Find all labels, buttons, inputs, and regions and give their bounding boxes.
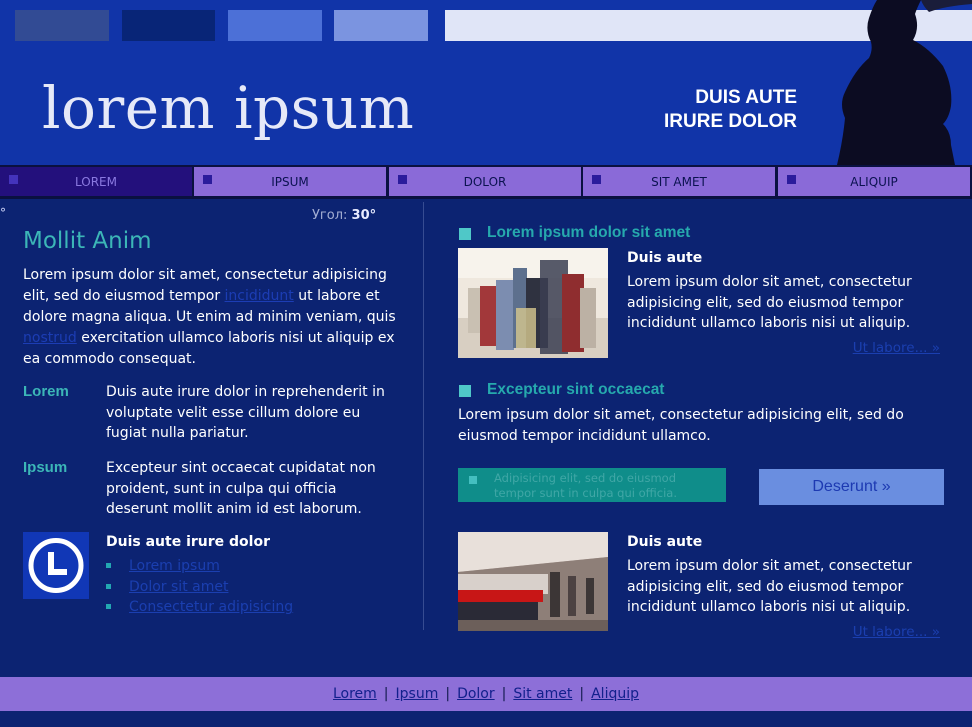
angle-readout: Угол: 30°	[312, 208, 376, 223]
footer-link-lorem[interactable]: Lorem	[333, 686, 377, 702]
term-lorem: Lorem	[23, 383, 69, 400]
header: lorem ipsum DUIS AUTE IRURE DOLOR	[0, 0, 972, 165]
definition-lorem: Duis aute irure dolor in reprehenderit i…	[106, 384, 385, 441]
section-title-1: Lorem ipsum dolor sit amet	[487, 224, 691, 241]
nav-label: ALIQUIP	[850, 174, 898, 189]
nav-item-aliquip[interactable]: ALIQUIP	[778, 167, 970, 196]
clock-icon	[23, 532, 89, 599]
nav-item-lorem[interactable]: LOREM	[0, 167, 192, 196]
definition-ipsum: Excepteur sint occaecat cupidatat non pr…	[106, 460, 376, 517]
footer-link-dolor[interactable]: Dolor	[457, 686, 495, 702]
card2-more-link[interactable]: Ut labore... »	[853, 624, 940, 640]
nav-bullet-icon	[9, 175, 18, 184]
nav-item-dolor[interactable]: DOLOR	[389, 167, 581, 196]
links-title: Duis aute irure dolor	[106, 534, 270, 550]
color-swatch-4	[334, 10, 428, 41]
nav-bullet-icon	[592, 175, 601, 184]
nav-bullet-icon	[787, 175, 796, 184]
color-swatch-1	[15, 10, 109, 41]
footer-link-sit-amet[interactable]: Sit amet	[513, 686, 572, 702]
tagline-line-1: DUIS AUTE	[695, 87, 797, 108]
intro-paragraph: Lorem ipsum dolor sit amet, consectetur …	[23, 265, 408, 370]
train-photo[interactable]	[458, 532, 608, 631]
link-consectetur[interactable]: Consectetur adipisicing	[129, 599, 293, 615]
site-logo[interactable]: lorem ipsum	[42, 74, 414, 142]
card1-text: Lorem ipsum dolor sit amet, consectetur …	[627, 274, 912, 331]
nav-label: SIT AMET	[651, 174, 707, 189]
footer-link-ipsum[interactable]: Ipsum	[396, 686, 439, 702]
angle-value: 30°	[351, 208, 377, 223]
section2-text: Lorem ipsum dolor sit amet, consectetur …	[458, 407, 904, 444]
link-lorem-ipsum[interactable]: Lorem ipsum	[129, 558, 220, 574]
nav-bullet-icon	[203, 175, 212, 184]
nav-item-sit-amet[interactable]: SIT AMET	[583, 167, 775, 196]
list-item: Dolor sit amet	[106, 577, 293, 598]
term-ipsum: Ipsum	[23, 459, 68, 476]
intro-text-3: exercitation ullamco laboris nisi ut ali…	[23, 330, 395, 367]
card2-text: Lorem ipsum dolor sit amet, consectetur …	[627, 558, 912, 615]
color-swatch-3	[228, 10, 322, 41]
main-nav: LOREM IPSUM DOLOR SIT AMET ALIQUIP	[0, 165, 972, 199]
silhouette-image	[837, 0, 972, 165]
link-list: Lorem ipsum Dolor sit amet Consectetur a…	[106, 556, 293, 618]
nav-item-ipsum[interactable]: IPSUM	[194, 167, 386, 196]
footer-separator: |	[445, 686, 451, 702]
footer-nav: Lorem | Ipsum | Dolor | Sit amet | Aliqu…	[0, 677, 972, 711]
list-item: Lorem ipsum	[106, 556, 293, 577]
color-swatch-2	[122, 10, 215, 41]
card1-more-link[interactable]: Ut labore... »	[853, 340, 940, 356]
nav-bullet-icon	[398, 175, 407, 184]
degree-mark: °	[0, 206, 6, 220]
nav-label: DOLOR	[463, 174, 507, 189]
link-dolor-sit-amet[interactable]: Dolor sit amet	[129, 579, 228, 595]
intro-link-1[interactable]: incididunt	[225, 288, 294, 304]
note-text: Adipisicing elit, sed do eiusmod tempor …	[494, 471, 678, 500]
bottom-strip	[0, 711, 972, 727]
nav-label: LOREM	[75, 174, 117, 189]
crowd-photo[interactable]	[458, 248, 608, 358]
footer-separator: |	[579, 686, 585, 702]
section-title-2: Excepteur sint occaecat	[487, 381, 665, 398]
footer-link-aliquip[interactable]: Aliquip	[591, 686, 639, 702]
deserunt-button[interactable]: Deserunt »	[759, 469, 944, 505]
tagline-line-2: IRURE DOLOR	[664, 111, 797, 132]
footer-separator: |	[501, 686, 507, 702]
nav-label: IPSUM	[271, 174, 309, 189]
card1-heading: Duis aute	[627, 250, 703, 266]
list-item: Consectetur adipisicing	[106, 597, 293, 618]
angle-label: Угол:	[312, 208, 348, 223]
footer-separator: |	[383, 686, 389, 702]
header-tagline: DUIS AUTE IRURE DOLOR	[664, 86, 797, 134]
card2-heading: Duis aute	[627, 534, 703, 550]
section-bullet-icon	[459, 228, 471, 240]
teal-note: Adipisicing elit, sed do eiusmod tempor …	[458, 468, 726, 502]
section-bullet-icon	[459, 385, 471, 397]
section-heading: Mollit Anim	[23, 228, 152, 254]
note-bullet-icon	[469, 476, 477, 484]
intro-link-2[interactable]: nostrud	[23, 330, 77, 346]
column-divider	[423, 202, 424, 630]
